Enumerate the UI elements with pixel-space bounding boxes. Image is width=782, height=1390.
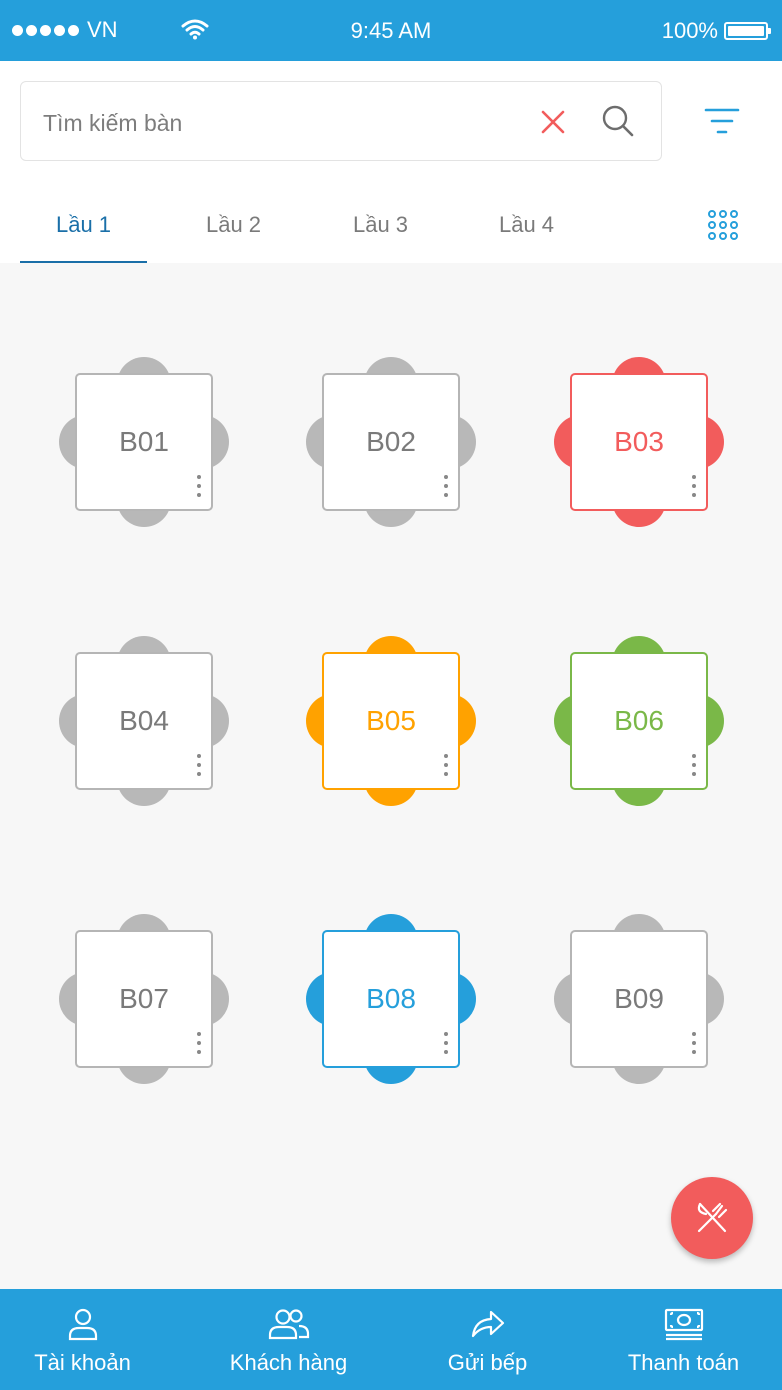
table-card[interactable]: B08 — [306, 914, 476, 1084]
table-name: B08 — [366, 983, 416, 1014]
table-name: B02 — [366, 426, 416, 457]
floor-tabs: Lầu 1 Lầu 2 Lầu 3 Lầu 4 — [0, 181, 782, 263]
table-box: B04 — [75, 652, 213, 790]
nav-account-label: Tài khoản — [34, 1350, 131, 1375]
close-icon[interactable] — [539, 108, 567, 136]
more-vertical-icon[interactable] — [443, 754, 449, 776]
more-vertical-icon[interactable] — [691, 754, 697, 776]
table-card[interactable]: B03 — [554, 357, 724, 527]
fork-knife-icon — [697, 1202, 728, 1233]
filter-icon[interactable] — [704, 107, 740, 135]
tab-lau-1[interactable]: Lầu 1 — [20, 181, 147, 263]
table-name: B07 — [119, 983, 169, 1014]
nav-payment-label: Thanh toán — [627, 1350, 740, 1375]
grid-icon[interactable] — [707, 209, 739, 241]
battery-label: 100% — [661, 18, 718, 43]
table-name: B05 — [366, 705, 416, 736]
table-card[interactable]: B04 — [59, 636, 229, 806]
battery-indicator: 100% — [661, 18, 771, 44]
nav-send-kitchen-label: Gửi bếp — [447, 1350, 528, 1375]
tab-lau-4[interactable]: Lầu 4 — [463, 181, 590, 263]
user-icon — [68, 1308, 97, 1341]
search-input[interactable] — [41, 102, 505, 144]
table-card[interactable]: B05 — [306, 636, 476, 806]
table-box: B08 — [322, 930, 460, 1068]
table-name: B09 — [614, 983, 664, 1014]
nav-customers[interactable]: Khách hàng — [191, 1289, 386, 1390]
table-box: B07 — [75, 930, 213, 1068]
table-name: B04 — [119, 705, 169, 736]
users-icon — [268, 1309, 309, 1340]
battery-icon — [724, 22, 771, 40]
status-bar: VN 9:45 AM 100% — [0, 0, 782, 61]
share-arrow-icon — [471, 1310, 504, 1338]
more-vertical-icon[interactable] — [196, 1032, 202, 1054]
table-box: B01 — [75, 373, 213, 511]
table-box: B03 — [570, 373, 708, 511]
table-name: B03 — [614, 426, 664, 457]
nav-payment[interactable]: Thanh toán — [586, 1289, 781, 1390]
more-vertical-icon[interactable] — [691, 475, 697, 497]
table-box: B05 — [322, 652, 460, 790]
table-box: B09 — [570, 930, 708, 1068]
table-card[interactable]: B01 — [59, 357, 229, 527]
table-card[interactable]: B07 — [59, 914, 229, 1084]
tab-lau-3[interactable]: Lầu 3 — [317, 181, 444, 263]
more-vertical-icon[interactable] — [443, 475, 449, 497]
table-card[interactable]: B09 — [554, 914, 724, 1084]
table-card[interactable]: B06 — [554, 636, 724, 806]
more-vertical-icon[interactable] — [196, 754, 202, 776]
table-box: B02 — [322, 373, 460, 511]
table-name: B01 — [119, 426, 169, 457]
table-name: B06 — [614, 705, 664, 736]
table-box: B06 — [570, 652, 708, 790]
table-card[interactable]: B02 — [306, 357, 476, 527]
search-header — [0, 61, 782, 181]
nav-account[interactable]: Tài khoản — [0, 1289, 180, 1390]
cash-icon — [664, 1308, 703, 1341]
more-vertical-icon[interactable] — [443, 1032, 449, 1054]
order-fab-button[interactable] — [671, 1177, 753, 1259]
search-box — [20, 81, 662, 161]
more-vertical-icon[interactable] — [691, 1032, 697, 1054]
nav-customers-label: Khách hàng — [229, 1350, 348, 1375]
bottom-nav: Tài khoản Khách hàng Gửi bếp Thanh toán — [0, 1289, 782, 1390]
tab-lau-2[interactable]: Lầu 2 — [170, 181, 297, 263]
search-icon[interactable] — [601, 104, 635, 138]
nav-send-kitchen[interactable]: Gửi bếp — [390, 1289, 585, 1390]
more-vertical-icon[interactable] — [196, 475, 202, 497]
